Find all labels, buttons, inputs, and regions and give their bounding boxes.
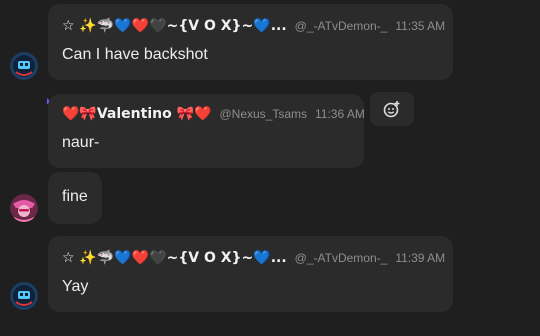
message-row: ☆ ✨🦈💙❤️🖤~{V O X}~💙... @_-ATvDemon-_ 11:3… [0, 230, 540, 326]
message-row: ❤️🎀Valentino 🎀❤️ @Nexus_Tsams 11:36 AM n… [0, 86, 540, 168]
message-bubble[interactable]: ❤️🎀Valentino 🎀❤️ @Nexus_Tsams 11:36 AM n… [48, 94, 365, 168]
author-name[interactable]: ❤️🎀Valentino 🎀❤️ [62, 106, 211, 122]
message-header: ☆ ✨🦈💙❤️🖤~{V O X}~💙... @_-ATvDemon-_ 11:3… [62, 248, 445, 268]
chat-thread: ☆ ✨🦈💙❤️🖤~{V O X}~💙... @_-ATvDemon-_ 11:3… [0, 0, 540, 336]
valentino-avatar-icon[interactable] [10, 194, 38, 222]
message-row: fine [0, 168, 540, 230]
vox-avatar-icon[interactable] [10, 52, 38, 80]
message-text: fine [62, 188, 88, 205]
message-row: ☆ ✨🦈💙❤️🖤~{V O X}~💙... @_-ATvDemon-_ 11:3… [0, 0, 540, 90]
timestamp: 11:39 AM [395, 251, 446, 265]
add-reaction-icon [383, 101, 400, 118]
author-name[interactable]: ☆ ✨🦈💙❤️🖤~{V O X}~💙... [62, 18, 287, 34]
message-text: Can I have backshot [62, 46, 208, 63]
author-name[interactable]: ☆ ✨🦈💙❤️🖤~{V O X}~💙... [62, 250, 287, 266]
message-text: naur- [62, 134, 100, 151]
author-handle: @_-ATvDemon-_ [294, 19, 388, 33]
add-reaction-button[interactable] [370, 92, 414, 126]
author-handle: @_-ATvDemon-_ [294, 251, 388, 265]
message-text: Yay [62, 278, 89, 295]
message-bubble[interactable]: fine [48, 172, 102, 224]
message-bubble[interactable]: ☆ ✨🦈💙❤️🖤~{V O X}~💙... @_-ATvDemon-_ 11:3… [48, 4, 453, 80]
message-bubble[interactable]: ☆ ✨🦈💙❤️🖤~{V O X}~💙... @_-ATvDemon-_ 11:3… [48, 236, 453, 312]
author-handle: @Nexus_Tsams [219, 107, 308, 121]
timestamp: 11:36 AM [315, 107, 365, 121]
timestamp: 11:35 AM [395, 19, 446, 33]
vox-avatar-icon[interactable] [10, 282, 38, 310]
message-header: ❤️🎀Valentino 🎀❤️ @Nexus_Tsams 11:36 AM [62, 104, 365, 124]
message-header: ☆ ✨🦈💙❤️🖤~{V O X}~💙... @_-ATvDemon-_ 11:3… [62, 16, 445, 36]
